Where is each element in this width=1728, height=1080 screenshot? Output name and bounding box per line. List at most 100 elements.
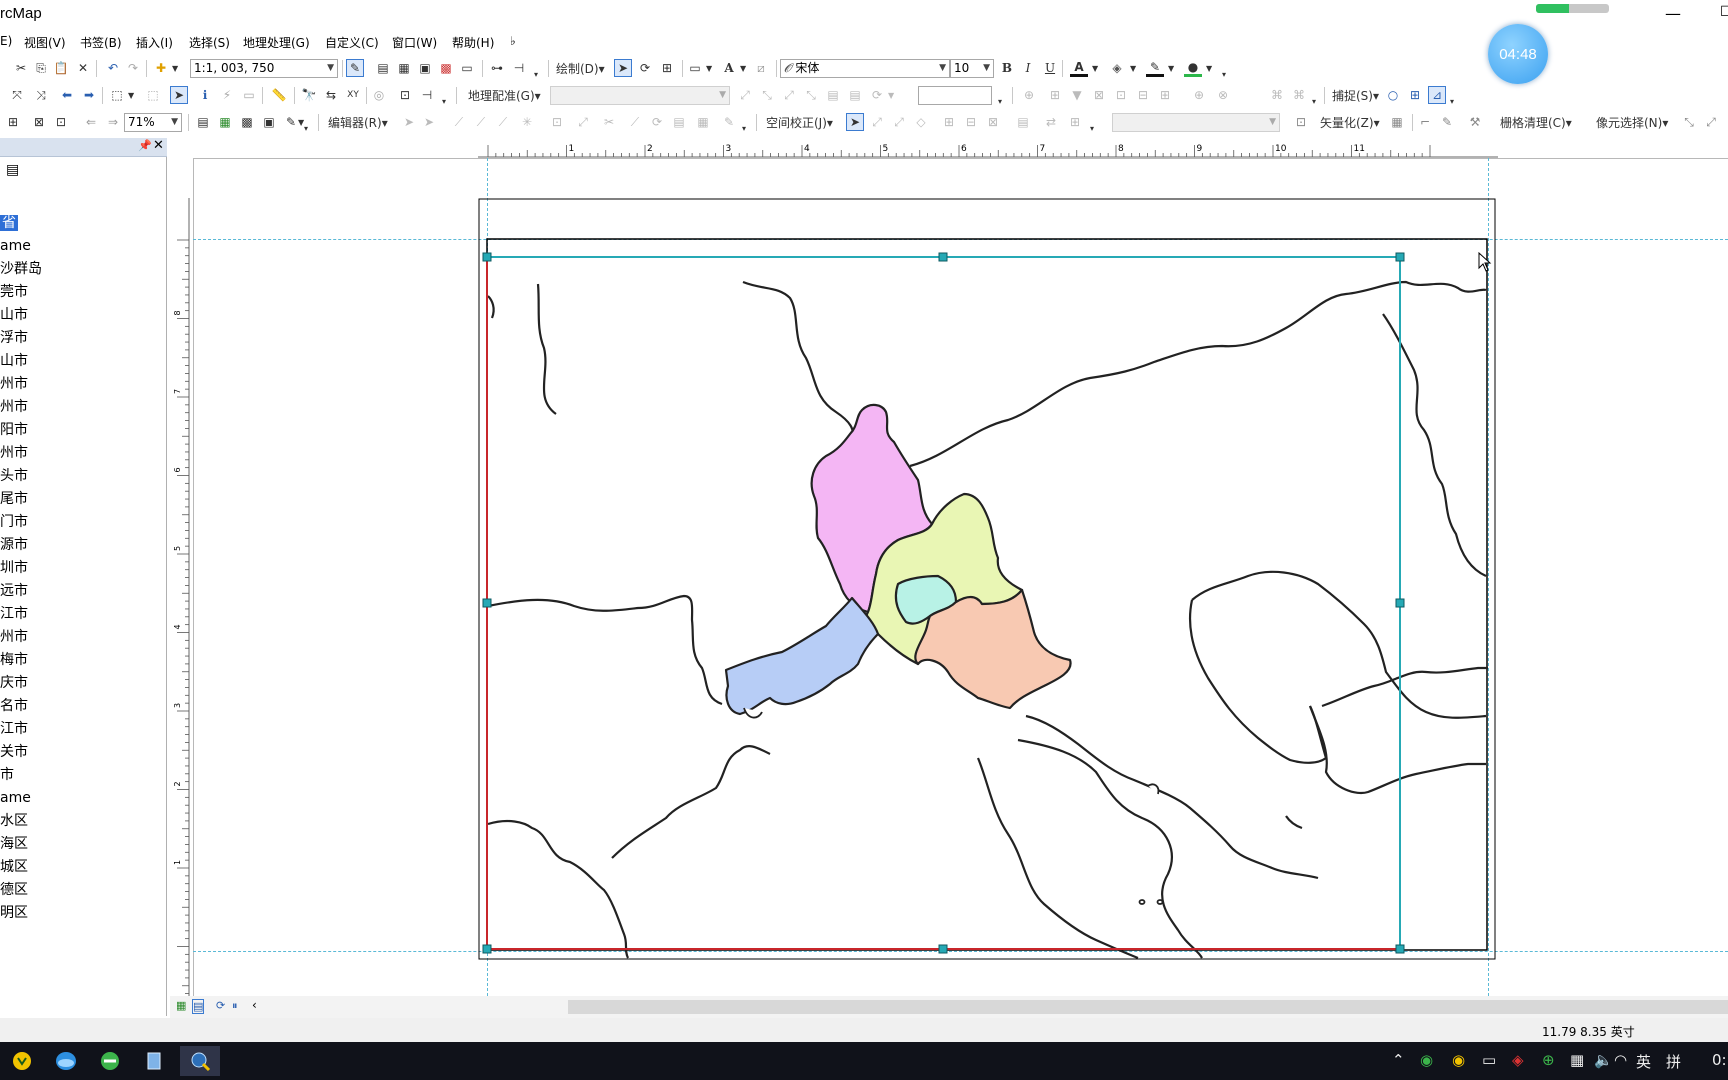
font-color-button[interactable]: A — [1070, 59, 1088, 77]
raster-painting-icon[interactable]: ⌐ — [1416, 113, 1434, 131]
previous-extent-page-icon[interactable]: ⇐ — [82, 113, 100, 131]
marker-color-dropdown-icon[interactable]: ▼ — [1206, 59, 1212, 78]
add-control-points-icon[interactable]: ⤡ — [802, 86, 820, 104]
cell-select-connected-icon[interactable]: ⤢ — [1702, 113, 1720, 131]
toc-layer-item[interactable]: 海区 — [0, 833, 165, 856]
tray-security-icon[interactable]: ◈ — [1512, 1051, 1524, 1069]
vectorization-layer-combo[interactable]: ▼ — [1112, 113, 1280, 132]
toc-layer-item[interactable]: 州市 — [0, 396, 165, 419]
refresh-icon[interactable]: ⟳ — [216, 999, 225, 1012]
edit-vertices-icon[interactable]: ⧄ — [752, 59, 770, 77]
point-icon[interactable]: ✳ — [518, 113, 536, 131]
split-tool-icon[interactable]: ⟋ — [626, 113, 644, 131]
toc-layer-item[interactable]: 水区 — [0, 810, 165, 833]
pin-icon[interactable]: 📌 — [138, 139, 152, 152]
customize-icon[interactable]: ♭ — [510, 34, 516, 48]
vectorization-settings-icon[interactable]: ⊡ — [1292, 113, 1310, 131]
ime-mode-indicator[interactable]: 拼 — [1666, 1051, 1681, 1072]
modify-link-icon[interactable]: ⤢ — [890, 113, 908, 131]
cut-icon[interactable]: ✂ — [12, 59, 30, 77]
horizontal-scrollbar[interactable] — [568, 1000, 1728, 1014]
toc-layer-item[interactable]: 州市 — [0, 373, 165, 396]
edit-vertices-tool-icon[interactable]: ⊡ — [548, 113, 566, 131]
font-color-dropdown-icon[interactable]: ▼ — [1092, 59, 1098, 78]
maximize-icon[interactable]: ☐ — [1720, 4, 1728, 20]
toc-layer-item[interactable]: 市 — [0, 764, 165, 787]
swipe-icon[interactable]: ⊣ — [418, 86, 436, 104]
toc-layer-item[interactable]: 远市 — [0, 580, 165, 603]
edit-tool-icon[interactable]: ➤ — [400, 113, 418, 131]
select-features-icon[interactable]: ⬚ — [108, 86, 126, 104]
model-builder-icon[interactable]: ⊶ — [488, 59, 506, 77]
toc-layer-item[interactable]: 江市 — [0, 603, 165, 626]
taskbar-app-4[interactable] — [134, 1046, 174, 1076]
redo-icon[interactable]: ↷ — [124, 59, 142, 77]
text-tool-icon[interactable]: A — [720, 59, 738, 77]
vectorization-menu[interactable]: 矢量化(Z) ▾ — [1320, 113, 1380, 132]
toc-window-icon[interactable]: ▤ — [374, 59, 392, 77]
menu-view[interactable]: 视图(V) — [24, 34, 66, 51]
snapping-menu[interactable]: 捕捉(S) ▾ — [1332, 86, 1379, 105]
error-inspector-icon[interactable]: ⊞ — [1156, 86, 1174, 104]
view-link-table-adjust-icon[interactable]: ⊞ — [940, 113, 958, 131]
cell-select-tool-icon[interactable]: ⤡ — [1680, 113, 1698, 131]
delete-icon[interactable]: ✕ — [74, 59, 92, 77]
view-link-table-icon[interactable]: ▤ — [824, 86, 842, 104]
menu-customize[interactable]: 自定义(C) — [325, 34, 379, 51]
cell-selection-menu[interactable]: 像元选择(N) ▾ — [1596, 113, 1668, 132]
handle-bottom-left[interactable] — [482, 944, 492, 954]
link-table-icon[interactable]: ▤ — [846, 86, 864, 104]
editor-toolbar-icon[interactable]: ✎ — [346, 59, 364, 77]
handle-middle-right[interactable] — [1395, 598, 1405, 608]
rectangle-icon[interactable]: ▭ — [686, 59, 704, 77]
copy-icon[interactable]: ⎘ — [32, 59, 50, 77]
taskbar-app-3[interactable] — [90, 1046, 130, 1076]
trace-icon[interactable]: ⟋ — [494, 113, 512, 131]
toc-layer-item[interactable]: 浮市 — [0, 327, 165, 350]
georef-input-field[interactable] — [918, 86, 992, 105]
next-extent-page-icon[interactable]: ⇒ — [104, 113, 122, 131]
paste-icon[interactable]: 📋 — [52, 59, 70, 77]
zoom-100-icon[interactable]: ⊡ — [52, 113, 70, 131]
handle-top-center[interactable] — [938, 252, 948, 262]
python-window-icon[interactable]: ▭ — [458, 59, 476, 77]
taskbar-app-2[interactable] — [46, 1046, 86, 1076]
topology-dropdown-icon[interactable]: ▼ — [1068, 86, 1086, 104]
raster-pencil-icon[interactable]: ✎ — [1438, 113, 1456, 131]
point-snap-icon[interactable]: ○ — [1384, 86, 1402, 104]
toc-layer-item[interactable]: 明区 — [0, 902, 165, 925]
handle-bottom-right[interactable] — [1395, 944, 1405, 954]
bold-button[interactable]: B — [998, 59, 1016, 77]
toc-layer-item[interactable]: 德区 — [0, 879, 165, 902]
fixed-zoom-in-icon[interactable]: ⤧ — [8, 86, 26, 104]
shared-features-icon[interactable]: ⊕ — [1190, 86, 1208, 104]
toc-layer-item[interactable]: 城区 — [0, 856, 165, 879]
time-slider-icon[interactable]: ⊣ — [510, 59, 528, 77]
tray-expand-icon[interactable]: ⌃ — [1392, 1051, 1405, 1069]
undo-icon[interactable]: ↶ — [104, 59, 122, 77]
arctoolbox-icon[interactable]: ▩ — [437, 59, 455, 77]
line-color-icon[interactable]: ✎ — [1146, 59, 1164, 77]
minimize-icon[interactable]: — — [1665, 4, 1681, 23]
handle-bottom-center[interactable] — [938, 944, 948, 954]
zoom-to-selected-icon[interactable]: ⊞ — [658, 59, 676, 77]
zoom-whole-page-icon[interactable]: ⊠ — [30, 113, 48, 131]
toggle-draft-mode-icon[interactable]: ▤ — [194, 113, 212, 131]
menu-edit[interactable]: E) — [0, 34, 12, 48]
focus-data-frame-icon[interactable]: ▦ — [216, 113, 234, 131]
edit-edges-icon[interactable]: ⌘ — [1268, 86, 1286, 104]
hyperlink-icon[interactable]: ⚡ — [218, 86, 236, 104]
toc-layer-item[interactable]: 庆市 — [0, 672, 165, 695]
back-extent-icon[interactable]: ⬅ — [58, 86, 76, 104]
area-of-interest-icon[interactable]: ⊠ — [984, 113, 1002, 131]
edit-annotation-icon[interactable]: ➤ — [420, 113, 438, 131]
rotate-icon[interactable]: ⟳ — [636, 59, 654, 77]
go-to-xy-icon[interactable]: XY — [344, 86, 362, 104]
catalog-icon[interactable]: ▦ — [395, 59, 413, 77]
wifi-icon[interactable]: ◠ — [1614, 1051, 1627, 1069]
html-popup-icon[interactable]: ▭ — [240, 86, 258, 104]
new-displacement-link-icon[interactable]: ⤢ — [868, 113, 886, 131]
adjust-select-icon[interactable]: ➤ — [846, 113, 864, 131]
menu-geoprocessing[interactable]: 地理处理(G) — [243, 34, 310, 51]
end-point-arc-icon[interactable]: ⟋ — [472, 113, 490, 131]
